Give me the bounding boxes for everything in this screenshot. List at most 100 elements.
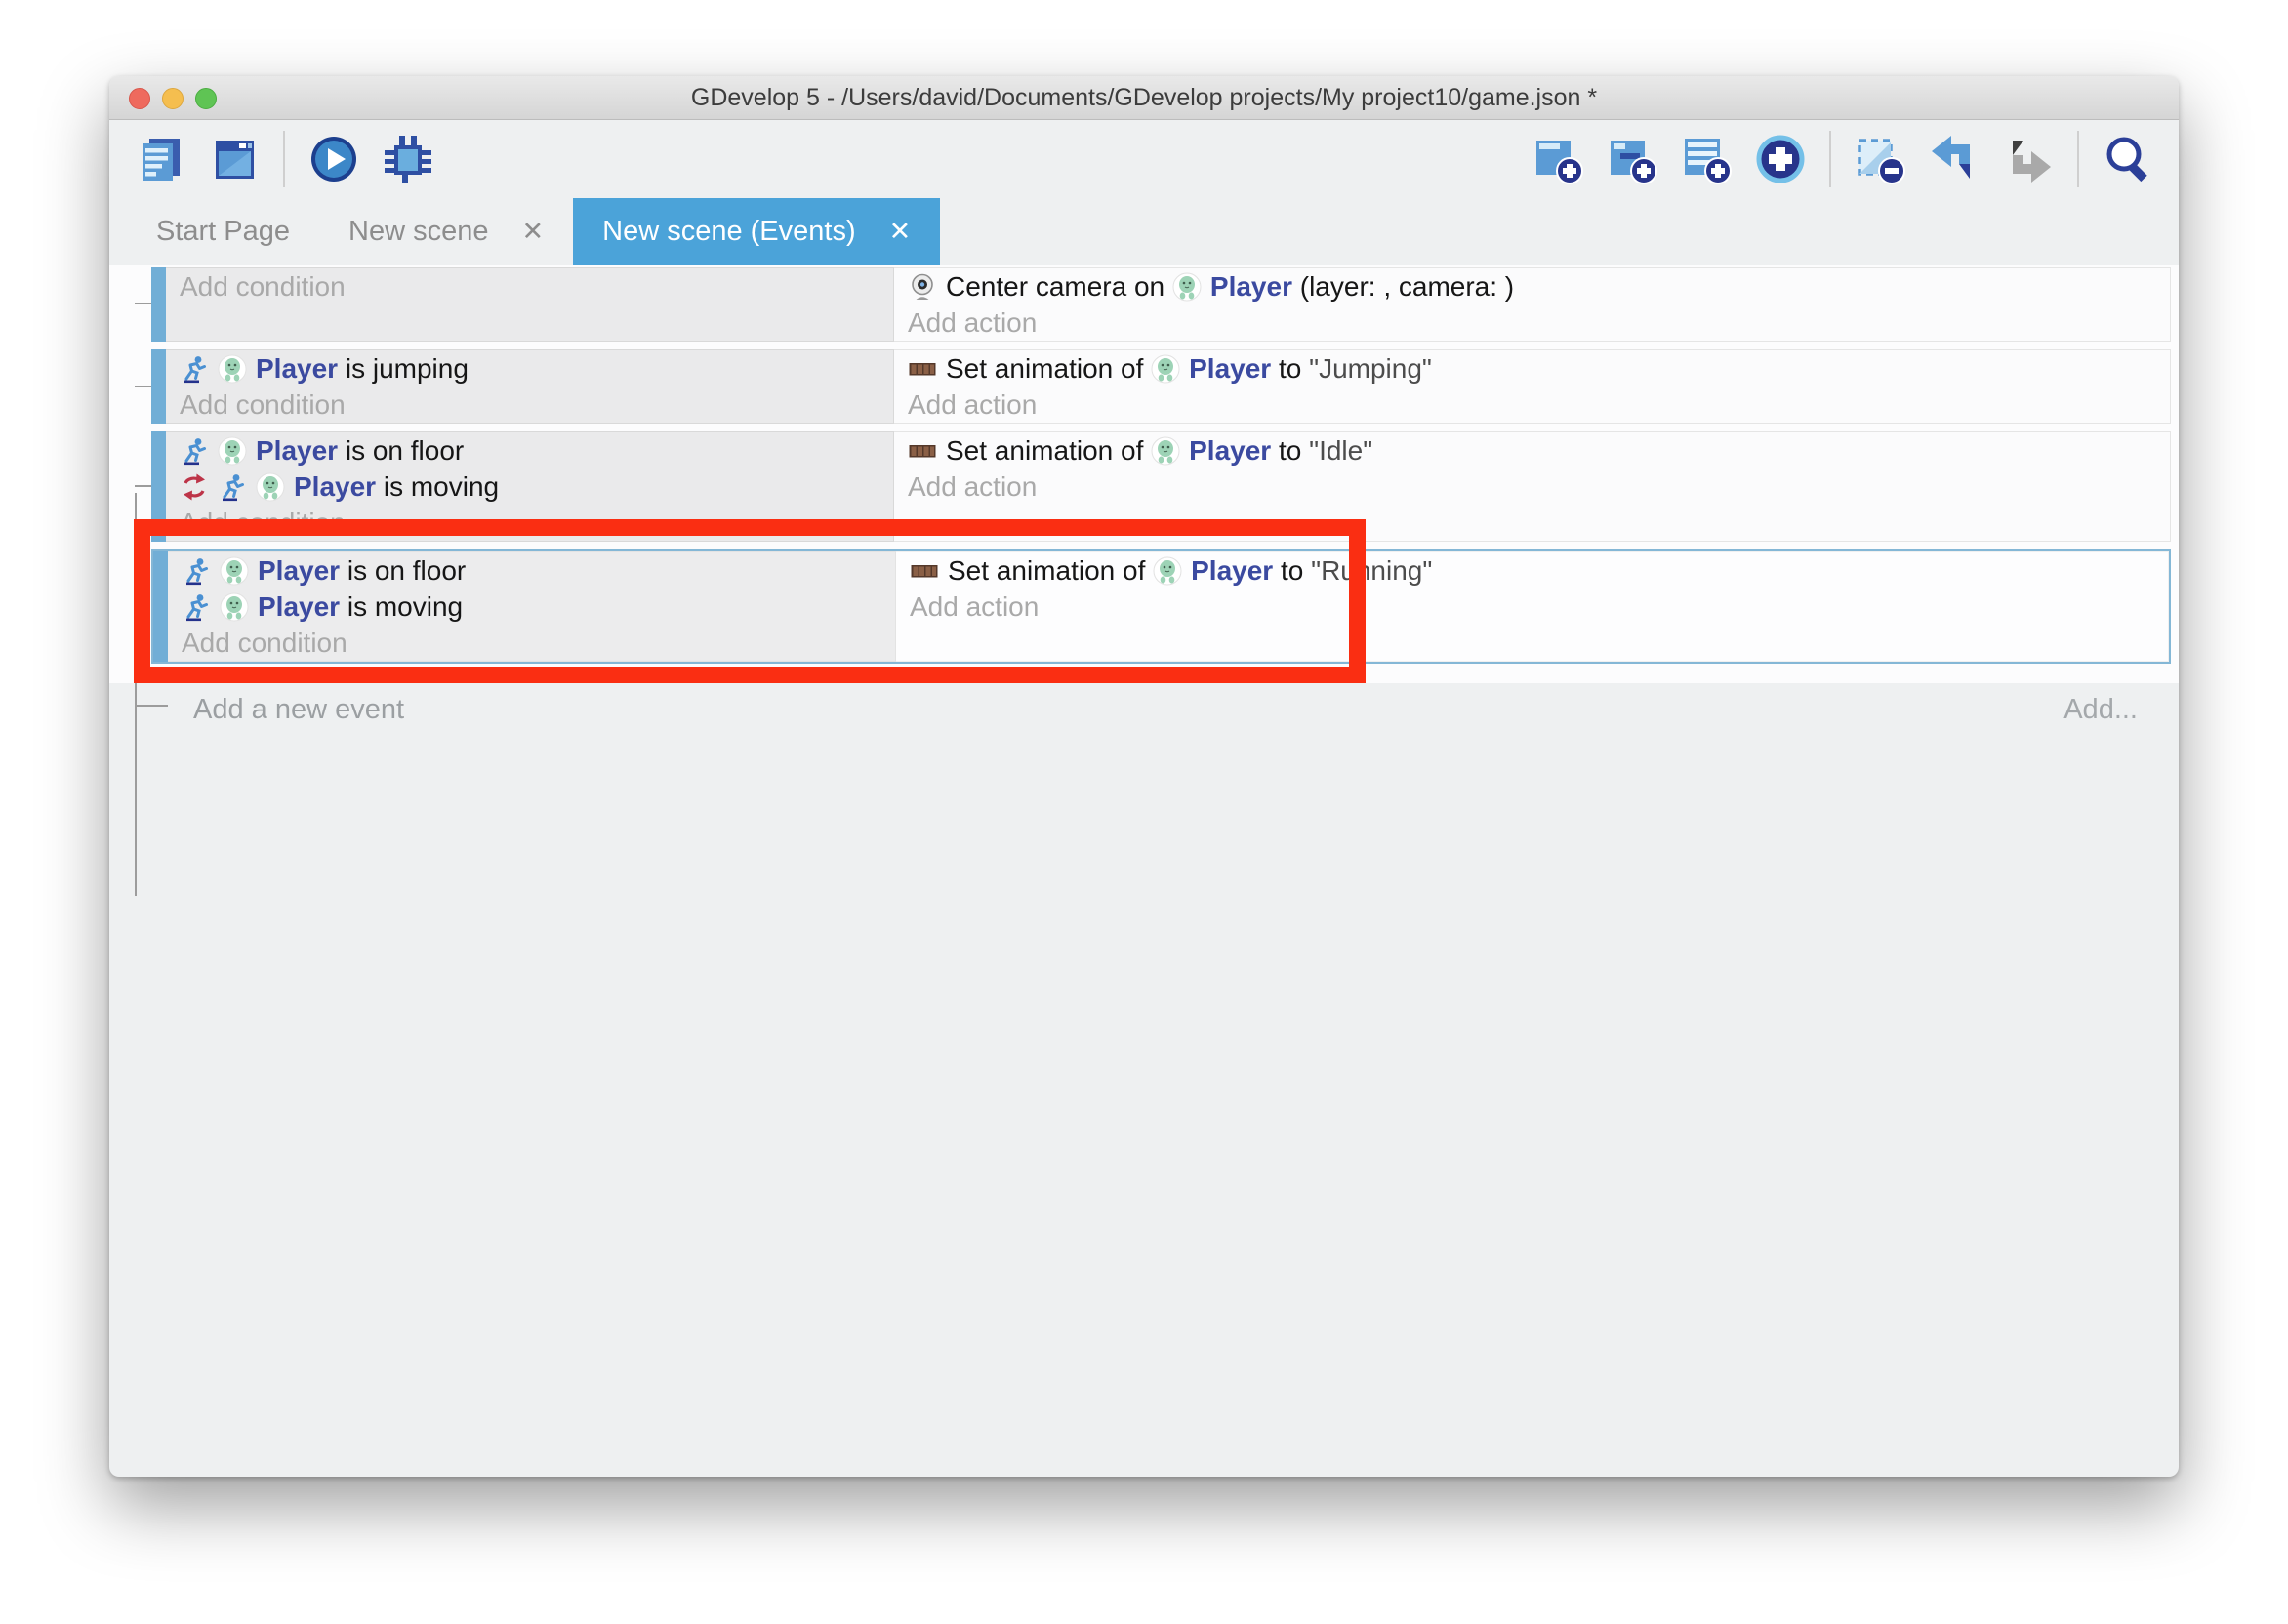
toolbar: [109, 120, 2179, 198]
play-button[interactable]: [308, 134, 359, 184]
player-object-icon: [218, 436, 247, 466]
actions-cell[interactable]: Center camera on Player (layer: , camera…: [894, 267, 2171, 342]
tree-line-stub: [135, 303, 151, 304]
event-drag-bar[interactable]: [151, 349, 166, 424]
condition-text: is on floor: [338, 435, 464, 467]
player-object-icon: [220, 592, 249, 622]
action-row[interactable]: Set animation of Player to "Idle": [894, 432, 2170, 468]
add-new-button[interactable]: [1755, 134, 1806, 184]
event-drag-bar[interactable]: [153, 551, 168, 662]
action-row[interactable]: Set animation of Player to "Running": [896, 552, 2168, 589]
add-event-icon: [1532, 134, 1583, 184]
condition-row[interactable]: Player is moving: [166, 468, 893, 505]
event-row[interactable]: Player is jumpingAdd conditionSet animat…: [151, 349, 2171, 424]
add-action-button[interactable]: Add action: [894, 386, 2170, 423]
play-icon: [308, 134, 359, 184]
close-window-button[interactable]: [129, 88, 150, 109]
tab-new-scene-events[interactable]: New scene (Events) ✕: [573, 198, 940, 265]
conditions-cell[interactable]: Player is jumpingAdd condition: [166, 349, 894, 424]
platformer-behavior-icon: [182, 556, 211, 586]
add-condition-button[interactable]: Add condition: [166, 386, 893, 423]
object-name: Player: [256, 435, 338, 467]
condition-text: is moving: [340, 591, 463, 623]
condition-row[interactable]: Player is moving: [168, 589, 895, 625]
actions-cell[interactable]: Set animation of Player to "Running"Add …: [896, 551, 2169, 662]
add-action-button[interactable]: Add action: [894, 468, 2170, 505]
project-manager-button[interactable]: [135, 134, 185, 184]
search-button[interactable]: [2103, 134, 2153, 184]
action-text: to: [1273, 555, 1311, 587]
add-condition-button[interactable]: Add condition: [168, 625, 895, 661]
player-object-icon: [256, 472, 285, 502]
event-row[interactable]: Player is on floorPlayer is movingAdd co…: [151, 431, 2171, 542]
add-condition-button[interactable]: Add condition: [166, 268, 893, 304]
animation-icon: [908, 436, 937, 466]
action-value: "Idle": [1309, 435, 1372, 467]
tab-bar: Start Page New scene ✕ New scene (Events…: [109, 198, 2179, 265]
action-text: Set animation of: [946, 353, 1151, 385]
zoom-window-button[interactable]: [195, 88, 217, 109]
add-action-button[interactable]: Add action: [896, 589, 2168, 625]
tab-start-page[interactable]: Start Page: [127, 198, 319, 265]
close-icon[interactable]: ✕: [522, 217, 545, 247]
add-condition-button[interactable]: Add condition: [166, 505, 893, 541]
action-row[interactable]: Center camera on Player (layer: , camera…: [894, 268, 2170, 304]
tree-line-stub: [135, 386, 151, 387]
event-row[interactable]: Player is on floorPlayer is movingAdd co…: [151, 549, 2171, 664]
actions-cell[interactable]: Set animation of Player to "Idle"Add act…: [894, 431, 2171, 542]
condition-row[interactable]: Player is on floor: [166, 432, 893, 468]
animation-icon: [910, 556, 939, 586]
tab-label: New scene (Events): [602, 216, 856, 248]
add-subevent-button[interactable]: [1607, 134, 1657, 184]
conditions-cell[interactable]: Player is on floorPlayer is movingAdd co…: [166, 431, 894, 542]
platformer-behavior-icon: [182, 592, 211, 622]
condition-row[interactable]: Player is on floor: [168, 552, 895, 589]
action-value: "Jumping": [1309, 353, 1432, 385]
debug-button[interactable]: [383, 134, 433, 184]
events-sheet[interactable]: Add conditionCenter camera on Player (la…: [109, 265, 2179, 683]
window-title: GDevelop 5 - /Users/david/Documents/GDev…: [691, 84, 1597, 112]
gdevelop-window: GDevelop 5 - /Users/david/Documents/GDev…: [109, 76, 2179, 1477]
object-name: Player: [258, 555, 340, 587]
add-comment-button[interactable]: [1681, 134, 1732, 184]
object-name: Player: [1189, 435, 1271, 467]
action-text: Center camera on: [946, 271, 1172, 303]
actions-cell[interactable]: Set animation of Player to "Jumping"Add …: [894, 349, 2171, 424]
add-event-button[interactable]: [1532, 134, 1583, 184]
titlebar[interactable]: GDevelop 5 - /Users/david/Documents/GDev…: [109, 76, 2179, 120]
event-row[interactable]: Add conditionCenter camera on Player (la…: [151, 267, 2171, 342]
undo-button[interactable]: [1929, 134, 1980, 184]
tree-line-stub: [135, 605, 148, 607]
player-object-icon: [1172, 272, 1202, 302]
tab-new-scene[interactable]: New scene ✕: [319, 198, 573, 265]
add-button[interactable]: Add...: [2063, 694, 2138, 726]
add-new-icon: [1755, 134, 1806, 184]
minimize-window-button[interactable]: [162, 88, 184, 109]
scene-editor-icon: [209, 134, 260, 184]
condition-row[interactable]: Player is jumping: [166, 350, 893, 386]
redo-button[interactable]: [2003, 134, 2054, 184]
conditions-cell[interactable]: Player is on floorPlayer is movingAdd co…: [168, 551, 896, 662]
action-row[interactable]: Set animation of Player to "Jumping": [894, 350, 2170, 386]
tree-line-stub: [135, 485, 151, 487]
project-manager-icon: [135, 134, 185, 184]
add-new-event-button[interactable]: Add a new event: [193, 694, 404, 726]
platformer-behavior-icon: [218, 472, 247, 502]
event-drag-bar[interactable]: [151, 431, 166, 542]
object-name: Player: [294, 471, 376, 503]
event-drag-bar[interactable]: [151, 267, 166, 342]
add-comment-icon: [1681, 134, 1732, 184]
tab-label: New scene: [348, 216, 488, 248]
action-value: "Running": [1311, 555, 1432, 587]
player-object-icon: [1151, 436, 1180, 466]
scene-editor-button[interactable]: [209, 134, 260, 184]
player-object-icon: [1151, 354, 1180, 384]
traffic-lights: [129, 88, 217, 109]
delete-event-button[interactable]: [1855, 134, 1905, 184]
add-action-button[interactable]: Add action: [894, 304, 2170, 341]
action-text: to: [1271, 435, 1309, 467]
close-icon[interactable]: ✕: [889, 217, 912, 247]
add-event-row: Add a new event Add...: [109, 689, 2179, 730]
conditions-cell[interactable]: Add condition: [166, 267, 894, 342]
platformer-behavior-icon: [180, 436, 209, 466]
